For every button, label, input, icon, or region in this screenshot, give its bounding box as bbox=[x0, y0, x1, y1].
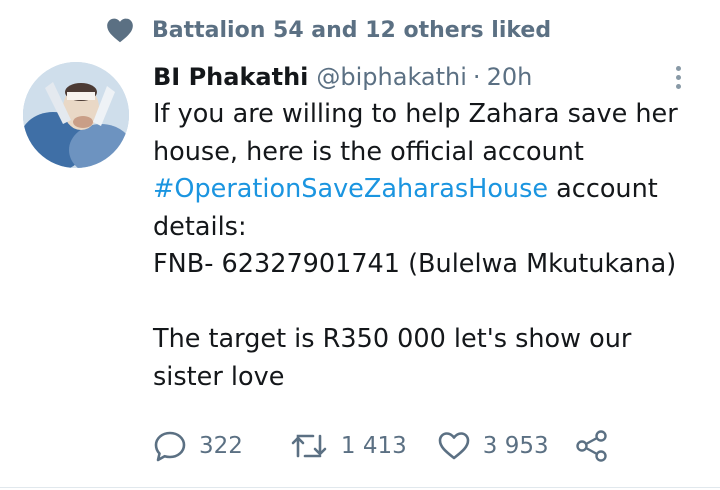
tweet-text: If you are willing to help Zahara save h… bbox=[153, 96, 713, 396]
heart-outline-icon bbox=[437, 430, 471, 462]
reply-button[interactable]: 322 bbox=[153, 430, 243, 462]
tweet-header: BI Phakathi @biphakathi · 20h bbox=[153, 60, 532, 94]
reply-icon bbox=[153, 430, 187, 462]
retweet-count: 1 413 bbox=[340, 433, 407, 459]
tweet-line: house, here is the official account bbox=[153, 136, 584, 167]
tweet-line: If you are willing to help Zahara save h… bbox=[153, 99, 678, 129]
more-options-icon[interactable] bbox=[668, 60, 688, 94]
social-context-label: Battalion 54 and 12 others liked bbox=[152, 17, 552, 43]
retweet-button[interactable]: 1 413 bbox=[289, 430, 407, 462]
like-button[interactable]: 3 953 bbox=[437, 430, 549, 462]
tweet-line: #OperationSaveZaharasHouse account bbox=[153, 171, 713, 209]
tweet-line: The target is R350 000 let's show our bbox=[153, 324, 632, 354]
author-handle[interactable]: @biphakathi bbox=[316, 63, 467, 91]
like-count: 3 953 bbox=[482, 433, 549, 459]
tweet-line: FNB- 62327901741 (Bulelwa Mkutukana) bbox=[153, 249, 677, 279]
hashtag-link[interactable]: #OperationSaveZaharasHouse bbox=[153, 174, 548, 204]
retweet-icon bbox=[289, 430, 329, 462]
reply-count: 322 bbox=[199, 433, 243, 459]
divider bbox=[0, 487, 720, 488]
tweet-line: sister love bbox=[153, 361, 285, 392]
avatar[interactable] bbox=[23, 62, 129, 168]
tweet-actions: 322 1 413 3 953 bbox=[153, 428, 609, 464]
share-button[interactable] bbox=[575, 429, 609, 463]
separator-dot: · bbox=[472, 63, 481, 91]
timestamp[interactable]: 20h bbox=[487, 63, 533, 91]
tweet-line-rest: account bbox=[548, 174, 658, 204]
share-icon bbox=[575, 429, 609, 463]
tweet-line: details: bbox=[153, 211, 247, 242]
author-name[interactable]: BI Phakathi bbox=[153, 63, 308, 91]
heart-icon bbox=[104, 14, 136, 46]
social-context[interactable]: Battalion 54 and 12 others liked bbox=[104, 14, 551, 46]
